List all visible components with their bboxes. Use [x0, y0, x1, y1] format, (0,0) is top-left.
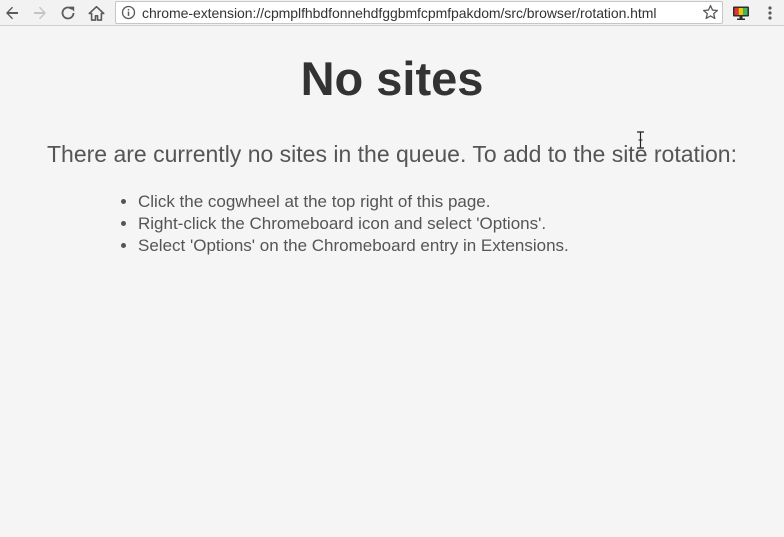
- arrow-right-icon: [34, 6, 46, 20]
- page-title: No sites: [300, 52, 484, 105]
- url-text[interactable]: chrome-extension://cpmplfhbdfonnehdfggbm…: [142, 5, 656, 21]
- page-content: No sites There are currently no sites in…: [0, 27, 784, 537]
- instructions-list: Click the cogwheel at the top right of t…: [121, 191, 569, 257]
- star-icon[interactable]: [702, 4, 719, 21]
- info-icon[interactable]: [121, 5, 136, 20]
- list-item: Right-click the Chromeboard icon and sel…: [121, 213, 569, 235]
- text-cursor-icon: [637, 131, 644, 149]
- page-subtitle: There are currently no sites in the queu…: [47, 141, 737, 167]
- browser-menu-button[interactable]: [759, 2, 781, 24]
- bullet-dot: [121, 199, 126, 204]
- address-bar[interactable]: chrome-extension://cpmplfhbdfonnehdfggbm…: [115, 1, 723, 24]
- kebab-menu-icon: [768, 6, 772, 20]
- bullet-dot: [121, 221, 126, 226]
- reload-icon: [61, 6, 75, 20]
- arrow-left-icon: [6, 6, 18, 20]
- home-button[interactable]: [85, 2, 107, 24]
- list-item-text: Right-click the Chromeboard icon and sel…: [138, 214, 547, 233]
- back-button[interactable]: [1, 2, 23, 24]
- list-item: Select 'Options' on the Chromeboard entr…: [121, 235, 569, 257]
- home-icon: [87, 5, 105, 21]
- list-item: Click the cogwheel at the top right of t…: [121, 191, 569, 213]
- browser-toolbar: chrome-extension://cpmplfhbdfonnehdfggbm…: [0, 0, 784, 26]
- list-item-text: Select 'Options' on the Chromeboard entr…: [138, 236, 569, 255]
- reload-button[interactable]: [57, 2, 79, 24]
- bullet-dot: [121, 243, 126, 248]
- forward-button[interactable]: [29, 2, 51, 24]
- chromeboard-extension-button[interactable]: [730, 2, 752, 24]
- list-item-text: Click the cogwheel at the top right of t…: [138, 192, 491, 211]
- chromeboard-extension-icon: [733, 6, 749, 20]
